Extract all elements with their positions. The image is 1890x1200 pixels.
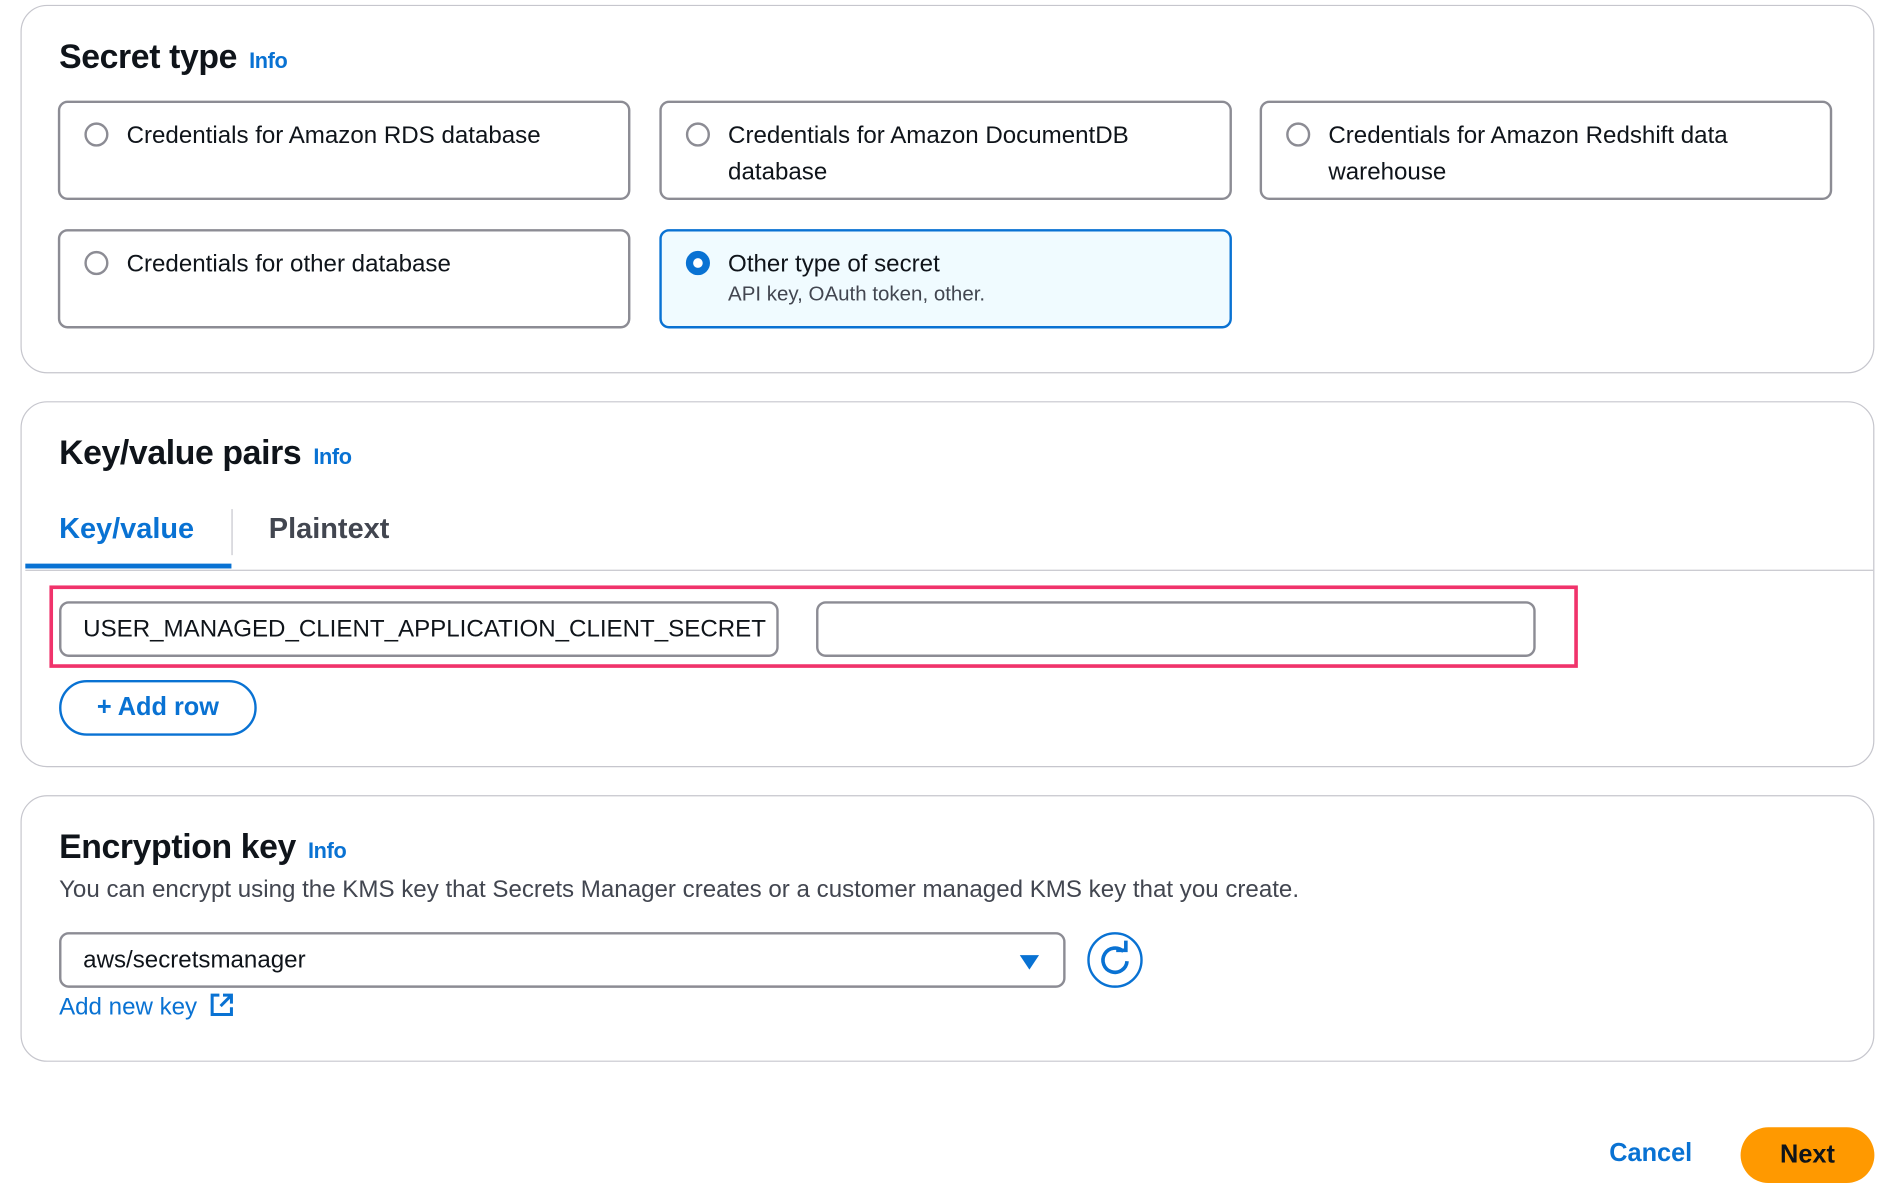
encryption-panel: Encryption key Info You can encrypt using… — [20, 795, 1875, 1062]
encryption-title: Encryption key — [59, 827, 296, 866]
refresh-icon — [1101, 940, 1129, 975]
add-new-key-label: Add new key — [59, 993, 198, 1021]
caret-down-icon — [1019, 955, 1040, 970]
tab-separator — [231, 509, 233, 556]
kms-key-value: aws/secretsmanager — [83, 946, 306, 974]
kms-key-select[interactable]: aws/secretsmanager — [59, 932, 1066, 988]
radio-icon[interactable] — [685, 122, 710, 147]
add-new-key-link[interactable]: Add new key — [59, 991, 235, 1021]
option-documentdb[interactable]: Credentials for Amazon DocumentDB databa… — [659, 100, 1232, 200]
radio-icon[interactable] — [1286, 122, 1311, 147]
active-tab-indicator — [25, 563, 232, 569]
option-description: API key, OAuth token, other. — [728, 282, 986, 306]
info-link[interactable]: Info — [313, 445, 352, 469]
option-label: Credentials for Amazon DocumentDB databa… — [728, 122, 1129, 186]
tab-key-value[interactable]: Key/value — [59, 513, 194, 547]
info-link[interactable]: Info — [249, 48, 288, 72]
value-input[interactable] — [816, 601, 1536, 657]
key-input[interactable]: USER_MANAGED_CLIENT_APPLICATION_CLIENT_S… — [59, 601, 779, 657]
refresh-button[interactable] — [1087, 932, 1143, 988]
option-label: Credentials for other database — [126, 250, 451, 278]
secret-type-panel: Secret type Info Credentials for Amazon R… — [20, 4, 1875, 374]
kv-title: Key/value pairs — [59, 433, 302, 472]
encryption-heading: Encryption key Info — [59, 827, 347, 867]
kv-heading: Key/value pairs Info — [59, 434, 352, 473]
option-rds[interactable]: Credentials for Amazon RDS database — [57, 100, 631, 200]
tab-plaintext[interactable]: Plaintext — [269, 513, 390, 547]
add-row-button[interactable]: + Add row — [59, 679, 257, 736]
external-link-icon — [210, 993, 234, 1017]
secret-type-title: Secret type — [59, 37, 238, 76]
option-other-database[interactable]: Credentials for other database — [57, 229, 631, 329]
radio-icon[interactable] — [84, 122, 109, 147]
option-redshift[interactable]: Credentials for Amazon Redshift data war… — [1259, 100, 1833, 200]
radio-icon[interactable] — [84, 250, 109, 276]
info-link[interactable]: Info — [308, 839, 347, 863]
tabs-divider — [25, 569, 1874, 571]
option-other-secret[interactable]: Other type of secret API key, OAuth token… — [659, 229, 1232, 329]
secret-type-heading: Secret type Info — [59, 37, 288, 77]
option-label: Credentials for Amazon RDS database — [126, 122, 541, 150]
option-label: Credentials for Amazon Redshift data war… — [1328, 122, 1728, 186]
radio-selected-icon[interactable] — [685, 250, 710, 276]
option-label: Other type of secret — [728, 250, 940, 278]
cancel-button[interactable]: Cancel — [1609, 1139, 1692, 1168]
next-button[interactable]: Next — [1740, 1127, 1875, 1184]
key-value-panel: Key/value pairs Info Key/value Plaintext … — [20, 401, 1875, 768]
encryption-description: You can encrypt using the KMS key that S… — [59, 876, 1300, 904]
